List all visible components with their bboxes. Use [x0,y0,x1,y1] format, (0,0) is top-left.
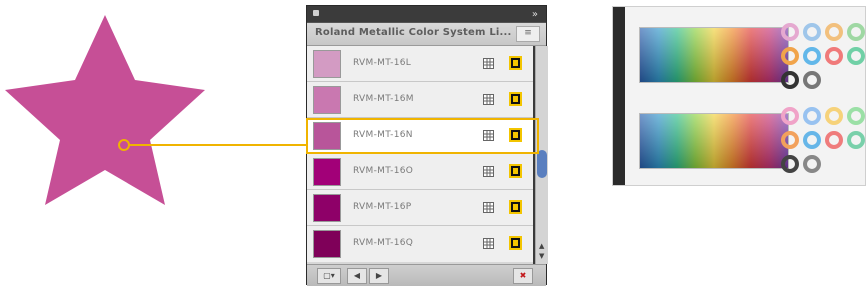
panel-titlebar: » [307,6,546,23]
color-ring-icon [825,107,843,125]
spot-grid-icon [483,58,494,69]
color-ring-icon [847,47,865,65]
swatch-name: RVM-MT-16P [353,202,412,212]
color-ring-icon [781,23,799,41]
spot-grid-icon [483,238,494,249]
spot-grid-icon [483,166,494,177]
color-ring-icon [781,47,799,65]
panel-tab[interactable]: Roland Metallic Color System Li... ≡ [307,23,546,46]
color-ring-group-top [781,15,865,89]
panel-bottom-toolbar: ▢▾ ◀ ▶ ✖ [307,264,546,286]
color-mode-icon [509,164,522,178]
color-ring-icon [803,47,821,65]
swatch-color [313,158,341,186]
swatch-name: RVM-MT-16Q [353,238,414,248]
gradient-grid-bottom [639,113,789,169]
color-mode-icon [509,236,522,250]
swatch-libraries-button[interactable]: ▢▾ [317,268,341,284]
color-ring-icon [847,23,865,41]
color-ring-group-bottom [781,99,865,173]
previous-library-button[interactable]: ◀ [347,268,367,284]
swatch-color [313,86,341,114]
list-item[interactable]: RVM-MT-16P [307,190,533,226]
swatch-color [313,230,341,258]
collapse-icon[interactable]: » [532,9,538,20]
swatch-color [313,194,341,222]
spot-grid-icon [483,94,494,105]
color-ring-icon [803,155,821,173]
color-ring-icon [825,131,843,149]
next-library-button[interactable]: ▶ [369,268,389,284]
color-mode-icon [509,200,522,214]
list-item[interactable]: RVM-MT-16L [307,46,533,82]
list-item[interactable]: RVM-MT-16M [307,82,533,118]
swatch-name: RVM-MT-16L [353,58,412,68]
scroll-thumb[interactable] [537,150,547,178]
list-item[interactable]: RVM-MT-16Q [307,226,533,262]
color-ring-icon [803,107,821,125]
chart-left-band [613,7,625,185]
pin-icon[interactable] [313,10,319,16]
color-ring-icon [803,23,821,41]
swatch-name: RVM-MT-16M [353,94,414,104]
swatch-list: RVM-MT-16L RVM-MT-16M RVM-MT-16N RVM-MT-… [307,46,533,264]
color-ring-icon [825,23,843,41]
delete-icon[interactable]: ✖ [513,268,533,284]
star-icon [5,15,205,205]
color-mode-icon [509,92,522,106]
color-ring-icon [803,71,821,89]
color-ring-icon [825,47,843,65]
color-chart-thumbnail [612,6,866,186]
vertical-scrollbar[interactable]: ▲ ▼ [535,46,548,264]
spot-grid-icon [483,202,494,213]
color-ring-icon [803,131,821,149]
color-ring-icon [781,71,799,89]
scroll-up-icon[interactable]: ▲ [539,242,544,250]
panel-menu-button[interactable]: ≡ [516,26,540,42]
connector-dot-icon [118,139,130,151]
panel-title: Roland Metallic Color System Li... [315,27,512,38]
color-ring-icon [781,107,799,125]
gradient-grid-top [639,27,789,83]
scroll-down-icon[interactable]: ▼ [539,252,544,260]
swatch-name: RVM-MT-16O [353,166,414,176]
color-ring-icon [847,131,865,149]
color-ring-icon [847,107,865,125]
list-item[interactable]: RVM-MT-16O [307,154,533,190]
swatch-color [313,50,341,78]
color-mode-icon [509,56,522,70]
color-ring-icon [781,155,799,173]
selection-highlight [306,118,539,154]
color-ring-icon [781,131,799,149]
